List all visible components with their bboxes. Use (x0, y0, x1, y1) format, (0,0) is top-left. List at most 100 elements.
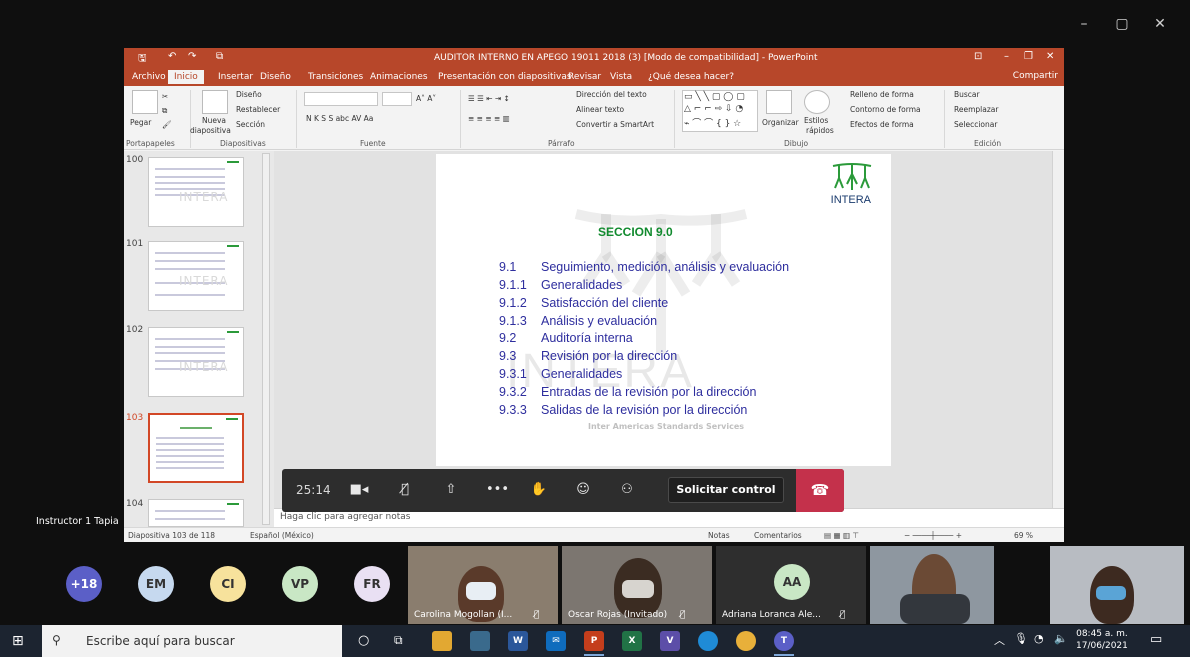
align-text-button[interactable]: Alinear texto (576, 105, 624, 114)
text-direction-button[interactable]: Dirección del texto (576, 90, 647, 99)
copy-icon[interactable]: ⧉ (162, 106, 167, 116)
cortana-icon[interactable]: ○ (358, 633, 369, 648)
more-actions-icon[interactable]: ••• (486, 480, 509, 500)
tab-animaciones[interactable]: Animaciones (370, 72, 428, 82)
language-indicator[interactable]: Español (México) (250, 531, 314, 540)
participant-video[interactable] (1050, 546, 1184, 624)
file-explorer-icon[interactable] (432, 631, 452, 651)
participant-avatar[interactable]: FR (354, 566, 390, 602)
pp-close-icon[interactable]: ✕ (1046, 51, 1054, 62)
reset-button[interactable]: Restablecer (236, 105, 280, 114)
mic-off-icon[interactable]: 🎙̸ (394, 480, 416, 500)
select-button[interactable]: Seleccionar (954, 120, 997, 129)
slide-thumbnail-selected[interactable] (148, 413, 244, 483)
share-button[interactable]: Compartir (1013, 71, 1058, 81)
font-name-input[interactable] (304, 92, 378, 106)
slide-thumbnail[interactable]: INTERA (148, 157, 244, 227)
new-slide-label-2[interactable]: diapositiva (190, 126, 231, 135)
minimize-button[interactable]: – (1074, 14, 1094, 34)
tab-transiciones[interactable]: Transiciones (308, 72, 363, 82)
slide-scrollbar[interactable] (1052, 151, 1064, 508)
arrange-label[interactable]: Organizar (762, 118, 799, 127)
tab-presentacion[interactable]: Presentación con diapositivas (438, 72, 572, 82)
chat-icon[interactable]: ☺ (572, 480, 594, 500)
volume-icon[interactable]: 🔈 (1054, 632, 1068, 645)
replace-button[interactable]: Reemplazar (954, 105, 998, 114)
store-icon[interactable] (470, 631, 490, 651)
find-button[interactable]: Buscar (954, 90, 980, 99)
participant-avatar[interactable]: VP (282, 566, 318, 602)
pp-minimize-icon[interactable]: – (1004, 51, 1009, 62)
save-icon[interactable]: 🖫 (138, 51, 147, 68)
align-icons[interactable]: ≡ ≡ ≡ ≡ ▥ (468, 114, 510, 123)
chrome-icon[interactable] (736, 631, 756, 651)
quick-styles-label-2[interactable]: rápidos (806, 126, 834, 135)
camera-icon[interactable]: ■◂ (348, 480, 370, 500)
teams-icon[interactable]: T (774, 631, 794, 651)
current-slide[interactable]: INTERA Inter Americas Standards Services… (436, 154, 891, 466)
participant-avatar[interactable]: CI (210, 566, 246, 602)
bullets-icon[interactable]: ☰ ☰ ⇤ ⇥ ↕ (468, 94, 510, 103)
pp-restore-icon[interactable]: ❐ (1024, 51, 1033, 62)
word-icon[interactable]: W (508, 631, 528, 651)
task-view-icon[interactable]: ⧉ (394, 633, 403, 648)
view-buttons[interactable]: ▤ ▦ ▥ ⊤ (824, 531, 859, 540)
cut-icon[interactable]: ✂ (162, 92, 168, 101)
shape-fill-button[interactable]: Relleno de forma (850, 90, 914, 99)
slide-thumbnail[interactable] (148, 499, 244, 527)
grow-font-icon[interactable]: A˄ A˅ (416, 94, 436, 103)
tab-inicio[interactable]: Inicio (168, 70, 204, 84)
quick-styles-icon[interactable] (804, 90, 830, 114)
layout-button[interactable]: Diseño (236, 90, 262, 99)
slide-thumbnail[interactable]: INTERA (148, 241, 244, 311)
share-screen-icon[interactable]: ⇧ (440, 480, 462, 500)
tab-archivo[interactable]: Archivo (132, 72, 166, 82)
microphone-icon[interactable]: 🎙 (1014, 632, 1028, 645)
ribbon-options-icon[interactable]: ⊡ (974, 51, 982, 62)
request-control-button[interactable]: Solicitar control (668, 477, 784, 503)
new-slide-icon[interactable] (202, 90, 228, 114)
windows-start-icon[interactable]: ⊞ (12, 633, 24, 649)
network-icon[interactable]: ◔ (1034, 632, 1044, 645)
edge-icon[interactable] (698, 631, 718, 651)
more-participants-badge[interactable]: +18 (66, 566, 102, 602)
paste-icon[interactable] (132, 90, 158, 114)
slide-thumbnail[interactable]: INTERA (148, 327, 244, 397)
notes-toggle[interactable]: Notas (708, 531, 730, 540)
participant-video[interactable]: Oscar Rojas (Invitado) 🎙̸ (562, 546, 712, 624)
tab-insertar[interactable]: Insertar (218, 72, 253, 82)
convert-smartart-button[interactable]: Convertir a SmartArt (576, 120, 654, 129)
tell-me-box[interactable]: ¿Qué desea hacer? (648, 72, 734, 82)
shape-effects-button[interactable]: Efectos de forma (850, 120, 914, 129)
participants-icon[interactable]: ⚇ (616, 480, 638, 500)
present-icon[interactable]: ⧉ (216, 51, 223, 62)
maximize-button[interactable]: ▢ (1112, 14, 1132, 34)
redo-icon[interactable]: ↷ (188, 51, 196, 62)
participant-video[interactable]: Carolina Mogollan (I... 🎙̸ (408, 546, 558, 624)
tray-chevron-icon[interactable]: ︿ (994, 632, 1005, 648)
font-size-input[interactable] (382, 92, 412, 106)
notifications-icon[interactable]: ▭ (1150, 632, 1162, 647)
close-button[interactable]: ✕ (1150, 14, 1170, 34)
font-format-buttons[interactable]: N K S S abc AV Aa (306, 114, 373, 123)
quick-styles-label[interactable]: Estilos (804, 116, 828, 125)
format-painter-icon[interactable]: 🖌 (162, 120, 172, 129)
undo-icon[interactable]: ↶ (168, 51, 176, 62)
arrange-icon[interactable] (766, 90, 792, 114)
paste-label[interactable]: Pegar (130, 118, 151, 127)
thumbnail-scrollbar[interactable] (262, 153, 270, 525)
zoom-level[interactable]: 69 % (1014, 531, 1033, 540)
tab-diseno[interactable]: Diseño (260, 72, 291, 82)
excel-icon[interactable]: X (622, 631, 642, 651)
section-button[interactable]: Sección (236, 120, 265, 129)
raise-hand-icon[interactable]: ✋ (528, 480, 550, 500)
tab-vista[interactable]: Vista (610, 72, 632, 82)
shape-outline-button[interactable]: Contorno de forma (850, 105, 921, 114)
taskbar-search[interactable]: ⚲ Escribe aquí para buscar (42, 625, 342, 657)
powerpoint-icon[interactable]: P (584, 631, 604, 651)
visio-icon[interactable]: V (660, 631, 680, 651)
clock[interactable]: 08:45 a. m. 17/06/2021 (1076, 628, 1128, 652)
participant-tile[interactable]: AA Adriana Loranca Ale... 🎙̸ (716, 546, 866, 624)
comments-toggle[interactable]: Comentarios (754, 531, 802, 540)
participant-avatar[interactable]: EM (138, 566, 174, 602)
